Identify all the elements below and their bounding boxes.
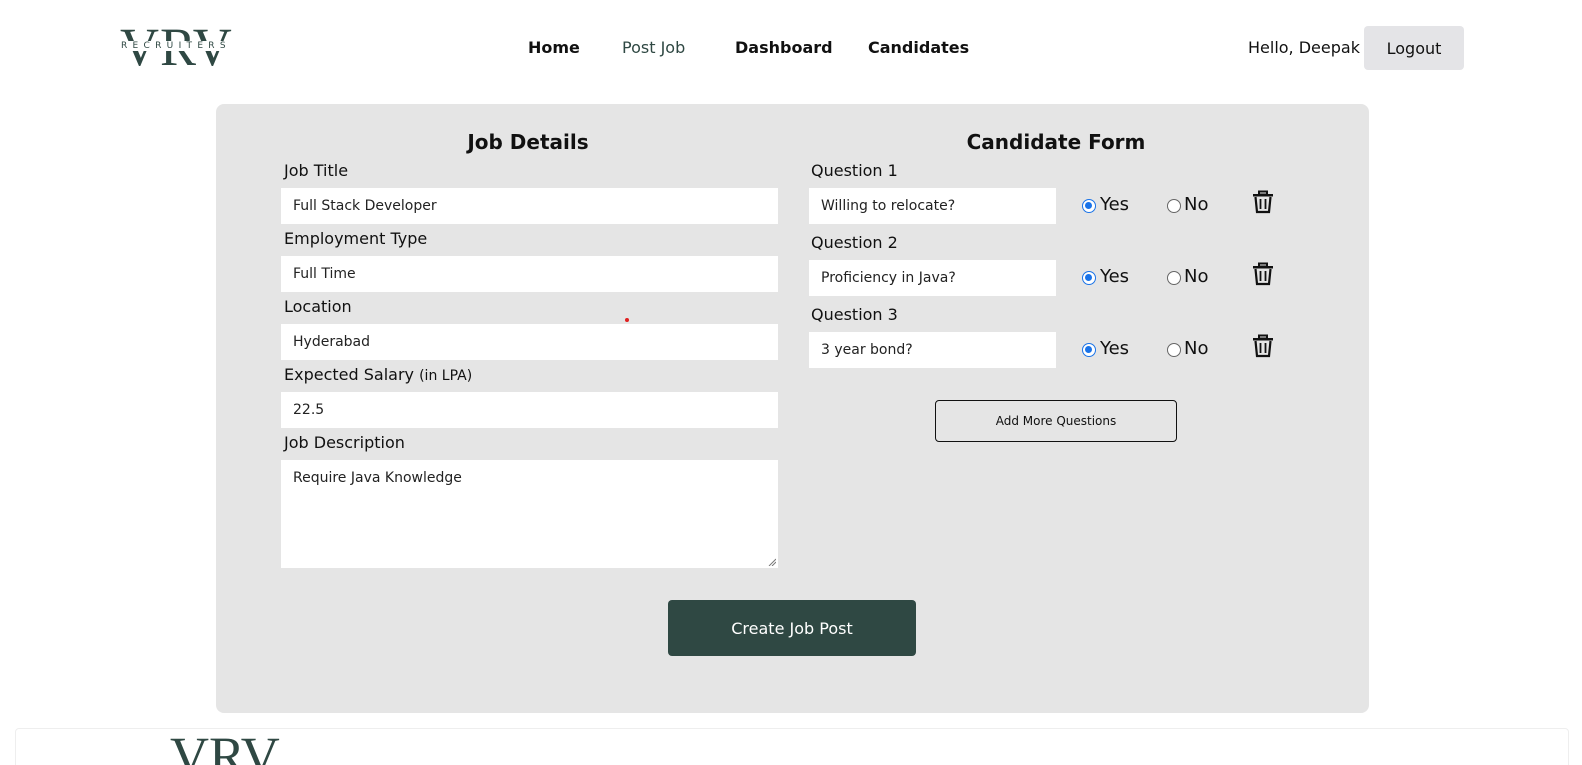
question-3-no-radio[interactable] [1167,343,1181,357]
question-2-yes-label: Yes [1100,266,1130,287]
employment-type-input[interactable]: Full Time [281,256,778,292]
header: VRV RECRUITERS Home Post Job Dashboard C… [0,0,1582,95]
resize-handle-icon[interactable] [768,558,776,566]
question-2-input[interactable]: Proficiency in Java? [809,260,1056,296]
nav-dashboard[interactable]: Dashboard [735,38,833,57]
salary-label: Expected Salary (in LPA) [284,365,472,384]
question-3-yes-label: Yes [1100,338,1130,359]
question-2-no-label: No [1184,266,1209,287]
job-details-title: Job Details [467,130,589,154]
user-greeting: Hello, Deepak [1248,38,1360,57]
nav-post-job[interactable]: Post Job [622,38,685,57]
location-input[interactable]: Hyderabad [281,324,778,360]
description-label: Job Description [284,433,405,452]
question-2-trash-icon[interactable] [1252,262,1274,286]
description-textarea[interactable]: Require Java Knowledge [281,460,778,568]
question-3-label: Question 3 [811,305,898,324]
salary-label-text: Expected Salary [284,365,414,384]
question-2-yes-radio[interactable] [1082,271,1096,285]
question-1-no-radio[interactable] [1167,199,1181,213]
create-job-post-button[interactable]: Create Job Post [668,600,916,656]
question-2-label: Question 2 [811,233,898,252]
nav-home[interactable]: Home [528,38,580,57]
question-1-trash-icon[interactable] [1252,190,1274,214]
job-title-label: Job Title [284,161,349,180]
nav-candidates[interactable]: Candidates [868,38,969,57]
description-text: Require Java Knowledge [293,470,462,486]
question-3-yes-radio[interactable] [1082,343,1096,357]
salary-input[interactable]: 22.5 [281,392,778,428]
question-1-label: Question 1 [811,161,898,180]
footer-logo-text: VRV [170,728,280,765]
question-1-no-label: No [1184,194,1209,215]
question-3-no-label: No [1184,338,1209,359]
salary-unit: (in LPA) [419,368,473,384]
question-3-trash-icon[interactable] [1252,334,1274,358]
question-1-yes-radio[interactable] [1082,199,1096,213]
question-1-yes-label: Yes [1100,194,1130,215]
footer: VRV [15,728,1569,765]
logo-sub-text: RECRUITERS [121,41,231,51]
employment-type-label: Employment Type [284,229,428,248]
candidate-form-title: Candidate Form [966,130,1146,154]
location-label: Location [284,297,352,316]
logout-button[interactable]: Logout [1364,26,1464,70]
job-title-input[interactable]: Full Stack Developer [281,188,778,224]
vrv-logo[interactable]: VRV RECRUITERS [120,20,238,74]
add-more-questions-button[interactable]: Add More Questions [935,400,1177,442]
cursor-dot [625,318,629,322]
question-3-input[interactable]: 3 year bond? [809,332,1056,368]
question-1-input[interactable]: Willing to relocate? [809,188,1056,224]
question-2-no-radio[interactable] [1167,271,1181,285]
